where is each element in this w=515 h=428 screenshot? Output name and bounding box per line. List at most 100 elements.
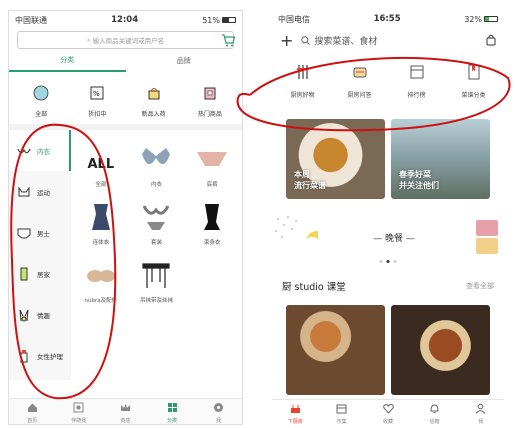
tab-companion[interactable]: 伴随我 [56,399,103,424]
tab-home[interactable]: 首页 [9,399,56,424]
profile-dot-icon [214,403,224,412]
sport-bra-icon [18,186,30,196]
kitchen-tools-icon [296,65,309,79]
grid-item-nubra[interactable]: nubra及配件 [73,252,129,310]
grid-icon [167,403,177,412]
battery-icon [484,16,498,22]
feature-cards: 本周 流行菜谱 春季好菜 并关注他们 [272,105,504,199]
tab-category-nav[interactable]: 分类 [149,399,196,424]
home-icon [27,403,37,412]
card-subtitle: 并关注他们 [399,180,439,190]
grid-item-corset[interactable]: 束身衣 [184,194,240,252]
set-image [143,205,170,230]
grid-item-panty[interactable]: 底裤 [184,136,240,194]
grid-item-bra[interactable]: 内衣 [129,136,185,194]
battery-percent: 32% [464,14,482,24]
bodysuit-image [91,204,110,230]
bunny-ears-icon [19,309,29,321]
care-bottle-icon [20,349,28,362]
carrier-label: 中国联通 [15,15,47,25]
top-header: + 搜索菜谱、食材 [272,28,504,52]
quick-item-kitchen-tools[interactable]: 厨房好物 [278,64,328,99]
card-weekly-popular[interactable]: 本周 流行菜谱 [286,119,385,199]
qa-pot-icon [353,67,366,78]
time-label: 12:04 [111,15,139,25]
ranking-icon [410,65,423,79]
tab-shop[interactable]: 商店 [102,399,149,424]
card-subtitle: 流行菜谱 [294,180,326,190]
category-sidebar: 内衣 运动 男士 居家 情趣 女性护理 [9,130,71,380]
tab-me[interactable]: 我 [195,399,242,424]
course-title: 厨 studio 课堂 [282,282,346,293]
bottom-tabbar: 下厨房 市集 收藏 信箱 我 [272,399,504,425]
corset-image [204,204,221,230]
meal-banner[interactable]: — 晚餐 — [272,209,504,265]
sidebar-item-underwear[interactable]: 内衣 [9,130,71,171]
quick-entries: 厨房好物 厨房问答 排行榜 菜谱分类 [272,52,504,105]
card-spring-dishes[interactable]: 春季好菜 并关注他们 [391,119,490,199]
sidebar-item-care[interactable]: 女性护理 [9,335,71,376]
plus-icon[interactable]: + [280,31,293,50]
search-input[interactable]: ⌕ 输入商品关键词或用户名 [17,31,235,49]
home-wear-icon [20,267,28,280]
quick-item-discount[interactable]: % 折扣中 [75,85,119,118]
course-photo-2[interactable] [391,305,490,395]
recipe-book-icon [468,64,479,80]
tab-xiachufang[interactable]: 下厨房 [272,400,318,425]
right-phone-screen: 中国电信 16:55 32% + 搜索菜谱、食材 厨房好物 厨房问答 排行榜 菜… [272,10,504,425]
course-photos [272,299,504,401]
heart-icon [382,403,394,414]
quick-item-hot[interactable]: 热门商品 [188,85,232,118]
grid-item-bodysuit[interactable]: 连体衣 [73,194,129,252]
view-all-link[interactable]: 查看全部 [466,281,494,291]
grid-item-set[interactable]: 套装 [129,194,185,252]
tab-inbox[interactable]: 信箱 [411,400,457,425]
sidebar-item-intimate[interactable]: 情趣 [9,294,71,335]
moon-illustration [275,216,318,255]
quick-label: 新品入荷 [141,111,166,118]
card-title: 春季好菜 [399,169,431,179]
svg-text:%: % [93,90,100,98]
battery-icon [222,17,236,23]
bell-icon [430,404,439,413]
status-bar: 中国联通 12:04 51% [9,11,242,29]
status-bar: 中国电信 16:55 32% [272,10,504,28]
search-input[interactable]: 搜索菜谱、食材 [301,34,478,47]
search-placeholder: 输入商品关键词或用户名 [92,37,165,45]
companion-icon [73,402,84,413]
tab-brand[interactable]: 品牌 [126,52,243,71]
circle-icon [33,85,49,101]
carousel-dots [379,260,397,263]
sidebar-item-sport[interactable]: 运动 [9,171,71,212]
panty-image [197,152,228,166]
battery-percent: 51% [202,15,220,25]
tab-market[interactable]: 市集 [318,400,364,425]
dessert-illustration [476,220,498,254]
left-phone-screen: 中国联通 12:04 51% ⌕ 输入商品关键词或用户名 分类 品牌 全部 % … [8,10,243,425]
tab-category[interactable]: 分类 [9,51,126,72]
quick-item-all[interactable]: 全部 [19,85,63,118]
search-icon [301,35,311,45]
course-photo-1[interactable] [286,305,385,395]
tab-me[interactable]: 我 [458,400,504,425]
tab-favorites[interactable]: 收藏 [365,400,411,425]
quick-item-recipe-category[interactable]: 菜谱分类 [449,64,499,99]
grid-item-garter[interactable]: 吊袜带及丝袜 [129,252,185,310]
basket-icon[interactable] [486,34,496,46]
course-header: 厨 studio 课堂 查看全部 [272,265,504,299]
quick-item-ranking[interactable]: 排行榜 [392,64,442,99]
quick-item-new[interactable]: 新品入荷 [132,85,176,118]
product-grid: ALL 全部 内衣 底裤 连体衣 套装 束身衣 nubra及配件 吊袜带及丝袜 [71,130,242,380]
quick-entries: 全部 % 折扣中 新品入荷 热门商品 [9,71,242,130]
all-logo: ALL [87,157,115,172]
sidebar-item-men[interactable]: 男士 [9,212,71,253]
time-label: 16:55 [373,14,401,24]
category-tabs: 分类 品牌 [9,51,243,72]
cart-icon[interactable] [221,32,235,48]
search-text: 搜索菜谱、食材 [314,36,378,47]
quick-item-kitchen-qa[interactable]: 厨房问答 [335,64,385,99]
bottom-tabbar: 首页 伴随我 商店 分类 我 [9,398,242,424]
meal-title: — 晚餐 — [373,233,415,244]
grid-item-all[interactable]: ALL 全部 [73,136,129,194]
sidebar-item-home[interactable]: 居家 [9,253,71,294]
